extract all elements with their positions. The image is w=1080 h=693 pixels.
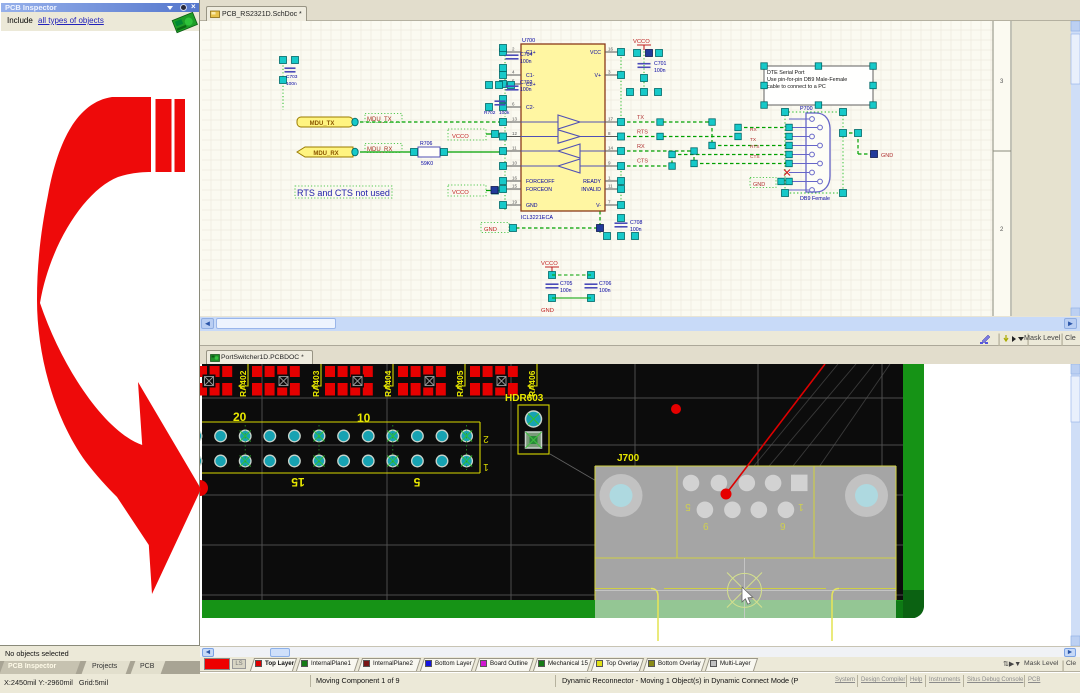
svg-text:DTE Serial Port: DTE Serial Port [767, 70, 805, 76]
svg-text:13: 13 [512, 117, 518, 122]
svg-text:GND: GND [881, 153, 893, 159]
svg-text:VCC: VCC [590, 50, 601, 56]
svg-text:cable to connect to a PC: cable to connect to a PC [767, 84, 826, 90]
svg-text:100n: 100n [654, 68, 666, 74]
svg-text:C708: C708 [630, 220, 643, 226]
svg-text:16: 16 [608, 47, 614, 52]
svg-text:ICL3221ECA: ICL3221ECA [521, 215, 553, 221]
svg-text:16: 16 [512, 176, 518, 181]
svg-text:RX: RX [750, 127, 757, 133]
svg-text:15: 15 [291, 475, 305, 489]
svg-text:FORCEON: FORCEON [526, 187, 552, 193]
svg-text:FORCEOFF: FORCEOFF [526, 179, 555, 185]
svg-text:C701: C701 [654, 61, 667, 67]
svg-text:6: 6 [703, 522, 709, 533]
svg-text:U700: U700 [522, 38, 535, 44]
svg-text:15: 15 [512, 184, 518, 189]
svg-text:VCCO: VCCO [452, 190, 469, 196]
svg-text:V+: V+ [595, 73, 602, 79]
svg-text:2: 2 [483, 433, 489, 444]
svg-text:DB9 Female: DB9 Female [800, 196, 830, 202]
svg-text:C1-: C1- [526, 73, 535, 79]
svg-text:20: 20 [233, 410, 247, 424]
svg-text:MDU_RX: MDU_RX [313, 151, 338, 157]
svg-text:C703: C703 [286, 74, 298, 80]
svg-text:RX: RX [637, 144, 645, 150]
svg-text:17: 17 [608, 117, 614, 122]
svg-text:GND: GND [541, 308, 554, 314]
svg-text:VCCO: VCCO [633, 39, 650, 45]
svg-text:C706: C706 [599, 281, 612, 287]
svg-text:P700: P700 [800, 106, 813, 112]
svg-text:READY: READY [583, 179, 601, 185]
svg-text:100k: 100k [499, 110, 510, 116]
svg-text:5: 5 [413, 475, 420, 489]
svg-text:12: 12 [512, 131, 518, 136]
svg-text:14: 14 [608, 146, 614, 151]
svg-text:INVALID: INVALID [581, 187, 601, 193]
svg-text:C702: C702 [520, 80, 533, 86]
svg-text:RTS: RTS [637, 130, 648, 136]
svg-text:C704: C704 [520, 52, 533, 58]
svg-text:TX: TX [637, 115, 644, 121]
svg-text:R702: R702 [484, 110, 496, 116]
svg-text:100n: 100n [560, 288, 572, 294]
svg-text:1: 1 [483, 461, 489, 472]
svg-text:5: 5 [685, 501, 691, 512]
svg-text:1: 1 [798, 501, 804, 512]
svg-text:RTS: RTS [750, 144, 760, 150]
svg-text:10: 10 [357, 411, 371, 425]
svg-text:100n: 100n [520, 87, 532, 93]
svg-text:CTS: CTS [637, 159, 648, 165]
svg-text:VCCO: VCCO [452, 134, 469, 140]
svg-text:C705: C705 [560, 281, 573, 287]
svg-text:59K0: 59K0 [421, 161, 433, 167]
svg-text:11: 11 [512, 146, 517, 151]
svg-text:100n: 100n [520, 59, 532, 65]
svg-text:RTS and CTS not used: RTS and CTS not used [297, 188, 390, 198]
svg-text:9: 9 [780, 522, 786, 533]
svg-text:MDU_TX: MDU_TX [310, 121, 335, 127]
svg-text:11: 11 [608, 184, 613, 189]
svg-text:TX: TX [750, 137, 757, 143]
svg-text:VCCO: VCCO [541, 261, 558, 267]
svg-text:100n: 100n [599, 288, 611, 294]
svg-text:10: 10 [512, 161, 518, 166]
svg-text:Use pin-for-pin DB9 Male-Femal: Use pin-for-pin DB9 Male-Female [767, 77, 847, 83]
svg-text:HDR603: HDR603 [505, 393, 544, 404]
svg-text:GND: GND [526, 203, 538, 209]
svg-text:R706: R706 [420, 141, 433, 147]
svg-text:J700: J700 [617, 453, 640, 464]
svg-text:100n: 100n [286, 81, 297, 87]
svg-text:V-: V- [596, 203, 601, 209]
svg-text:CTS: CTS [750, 154, 760, 160]
svg-text:C2-: C2- [526, 105, 535, 111]
svg-text:19: 19 [512, 200, 518, 205]
